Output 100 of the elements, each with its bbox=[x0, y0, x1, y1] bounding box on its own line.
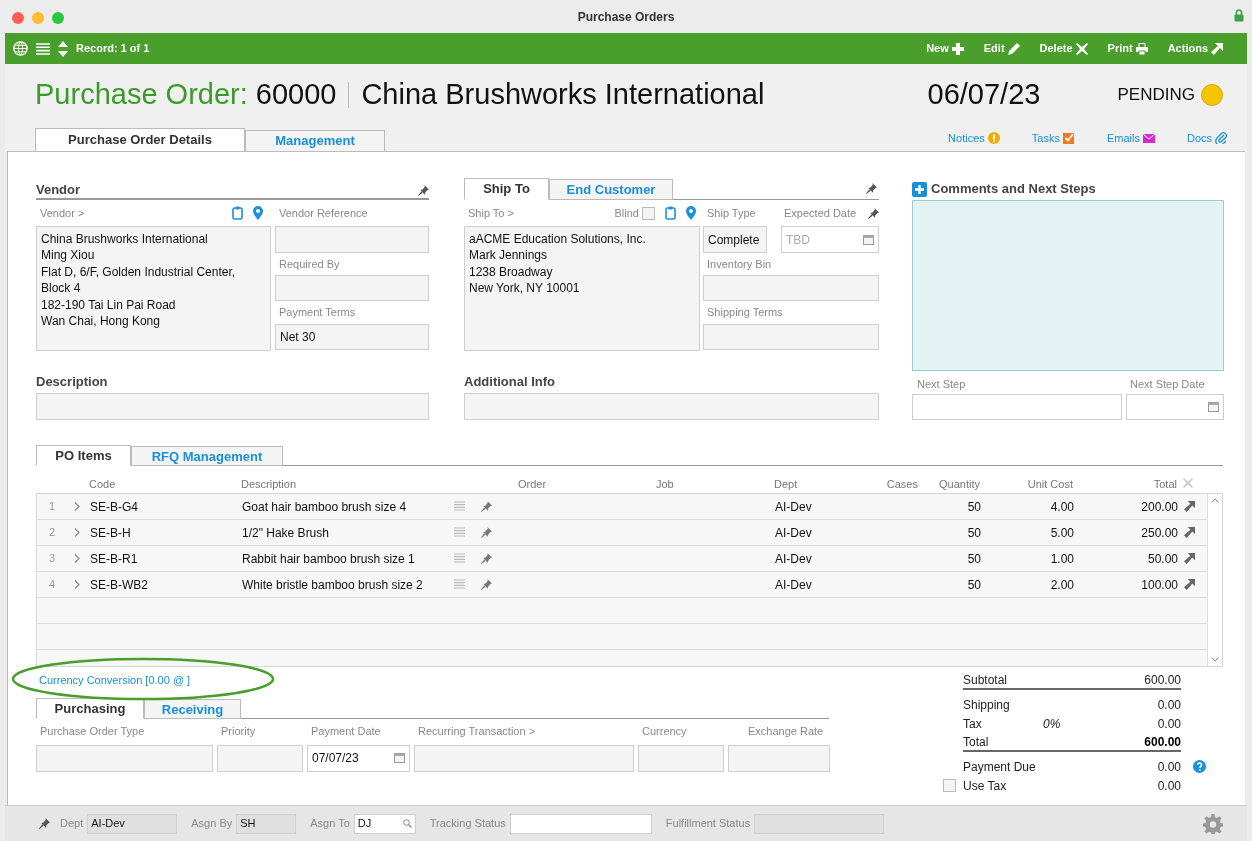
list-lines-icon[interactable] bbox=[454, 579, 465, 590]
tab[interactable]: Purchase Order Details bbox=[35, 128, 245, 152]
input-field[interactable] bbox=[728, 744, 830, 772]
next-step-field[interactable] bbox=[912, 394, 1122, 420]
input-field[interactable] bbox=[414, 744, 634, 772]
table-cell-text: 250.00 bbox=[1141, 524, 1178, 542]
window-control[interactable] bbox=[32, 12, 44, 24]
toolbar-button[interactable]: Edit bbox=[983, 40, 1020, 57]
column-header: Total bbox=[1153, 477, 1177, 490]
link[interactable]: Notices bbox=[948, 129, 1000, 146]
lookup-field[interactable]: DJ bbox=[353, 813, 416, 834]
list-icon[interactable] bbox=[36, 42, 50, 55]
table-cell-text: Goat hair bamboo brush size 4 bbox=[242, 498, 407, 516]
tab[interactable]: End Customer bbox=[549, 179, 673, 200]
table-cell-text: Rabbit hair bamboo brush size 1 bbox=[242, 550, 415, 568]
list-lines-icon[interactable] bbox=[454, 527, 465, 538]
window-control[interactable] bbox=[52, 12, 64, 24]
section-title: Description bbox=[36, 372, 108, 391]
tab[interactable]: Ship To bbox=[464, 178, 549, 200]
globe-icon[interactable] bbox=[13, 41, 28, 56]
total-value: 0.00 bbox=[1156, 715, 1181, 733]
input-field[interactable] bbox=[509, 813, 652, 834]
field-label: Dept bbox=[60, 816, 84, 832]
field-label: Fulfillment Status bbox=[665, 816, 751, 832]
field-label: Payment Terms bbox=[279, 305, 356, 321]
pin-icon bbox=[481, 553, 492, 564]
link[interactable]: Docs bbox=[1186, 129, 1227, 146]
arrow-icon[interactable] bbox=[1184, 501, 1195, 512]
table-cell-text: 100.00 bbox=[1141, 576, 1178, 594]
input-field[interactable]: Net 30 bbox=[275, 324, 429, 350]
input-field[interactable] bbox=[638, 744, 724, 772]
field-label: Ship Type bbox=[707, 205, 756, 221]
chevron-icon[interactable] bbox=[74, 502, 80, 511]
date-field[interactable] bbox=[1126, 394, 1224, 420]
chevron-icon[interactable] bbox=[74, 528, 80, 537]
add-icon[interactable] bbox=[912, 181, 927, 197]
field-label: Required By bbox=[279, 256, 340, 272]
paperclip-icon bbox=[1215, 131, 1227, 144]
clipboard-icon bbox=[665, 206, 676, 220]
column-header: Order bbox=[518, 477, 547, 490]
toolbar-button[interactable]: Actions bbox=[1167, 40, 1223, 57]
checkbox[interactable] bbox=[943, 779, 956, 792]
arrow-icon[interactable] bbox=[1184, 527, 1195, 538]
chevron-down-icon bbox=[1211, 657, 1219, 662]
tab[interactable]: RFQ Management bbox=[131, 446, 283, 466]
vendor-name: China Brushworks International bbox=[361, 77, 765, 113]
date-field[interactable]: 07/07/23 bbox=[307, 744, 410, 772]
date-field[interactable]: TBD bbox=[781, 226, 879, 253]
toolbar-button[interactable]: New bbox=[926, 40, 964, 57]
input-field[interactable] bbox=[275, 275, 429, 301]
close-icon[interactable] bbox=[1183, 477, 1193, 488]
description-field[interactable] bbox=[36, 393, 429, 420]
address-box[interactable]: aACME Education Solutions, Inc. Mark Jennings 1238 Broadway New York, NY 10001 bbox=[464, 226, 700, 351]
tab[interactable]: PO Items bbox=[36, 445, 131, 466]
chevron-icon[interactable] bbox=[74, 554, 80, 563]
tab[interactable]: Receiving bbox=[144, 698, 241, 719]
arrow-icon bbox=[1211, 42, 1223, 55]
input-field[interactable]: SH bbox=[236, 813, 297, 834]
lock-icon bbox=[1234, 9, 1244, 22]
pin-icon bbox=[481, 501, 492, 512]
address-box[interactable]: China Brushworks International Ming Xiou Flat D, 6/F, Golden Industrial Center, Block 4 182-190 Tai Lin Pai Road Wan Chai, Hong Kong bbox=[36, 226, 271, 351]
settings-icon[interactable] bbox=[1203, 813, 1223, 834]
order-number: 60000 bbox=[255, 77, 337, 113]
arrow-icon[interactable] bbox=[1184, 579, 1195, 590]
additional-info-field[interactable] bbox=[464, 393, 879, 420]
tab[interactable]: Purchasing bbox=[36, 697, 144, 719]
window-control[interactable] bbox=[12, 12, 24, 24]
ship-type-field[interactable]: Complete bbox=[703, 226, 767, 253]
input-field[interactable] bbox=[217, 744, 303, 772]
empty-row[interactable] bbox=[37, 598, 1207, 624]
total-value: 600.00 bbox=[1143, 671, 1181, 689]
pin-icon bbox=[39, 818, 50, 829]
row-number: 1 bbox=[47, 499, 57, 515]
field-label: Shipping Terms bbox=[707, 305, 783, 321]
toolbar-button[interactable]: Print bbox=[1107, 40, 1148, 57]
input-field[interactable] bbox=[275, 226, 429, 253]
arrow-icon[interactable] bbox=[1184, 553, 1195, 564]
checkbox[interactable] bbox=[642, 206, 655, 220]
field-label: Tracking Status bbox=[429, 816, 506, 832]
sort-arrows-icon[interactable] bbox=[58, 40, 68, 57]
empty-row[interactable] bbox=[37, 624, 1207, 650]
field-label: Next Step Date bbox=[1130, 376, 1205, 392]
help-icon[interactable] bbox=[1193, 760, 1206, 773]
link[interactable]: Tasks bbox=[1031, 129, 1075, 146]
scrollbar[interactable] bbox=[1207, 494, 1222, 666]
tab[interactable]: Management bbox=[245, 130, 385, 152]
field-label: Recurring Transaction > bbox=[418, 724, 536, 740]
input-field[interactable]: AI-Dev bbox=[87, 813, 178, 834]
toolbar-button[interactable]: Delete bbox=[1039, 40, 1088, 57]
list-lines-icon[interactable] bbox=[454, 501, 465, 512]
input-field[interactable] bbox=[703, 324, 879, 350]
address-line: Flat D, 6/F, Golden Industrial Center, bbox=[41, 263, 237, 281]
input-field[interactable] bbox=[703, 275, 879, 301]
table-cell-text: 50 bbox=[967, 576, 981, 594]
input-field[interactable] bbox=[36, 744, 213, 772]
chevron-icon[interactable] bbox=[74, 580, 80, 589]
address-line: New York, NY 10001 bbox=[469, 280, 581, 297]
table-cell-text: SE-B-WB2 bbox=[90, 576, 148, 594]
list-lines-icon[interactable] bbox=[454, 553, 465, 564]
link[interactable]: Emails bbox=[1106, 129, 1155, 146]
